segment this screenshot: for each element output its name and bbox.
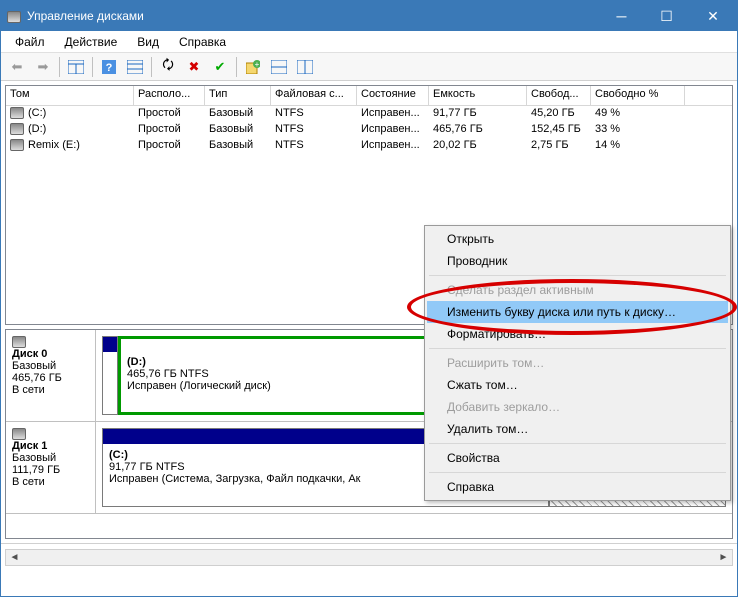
- col-fs[interactable]: Файловая с...: [271, 86, 357, 105]
- menu-file[interactable]: Файл: [7, 33, 53, 51]
- ctx-make-active: Сделать раздел активным: [427, 279, 728, 301]
- horizontal-scrollbar[interactable]: ◄ ►: [5, 549, 733, 566]
- volume-row[interactable]: Remix (E:) Простой Базовый NTFS Исправен…: [6, 138, 732, 154]
- window-title: Управление дисками: [27, 9, 599, 23]
- volume-icon: [10, 139, 24, 151]
- volume-icon: [10, 107, 24, 119]
- action1-icon[interactable]: +: [241, 56, 265, 78]
- minimize-button[interactable]: ─: [599, 1, 644, 31]
- scroll-right-icon[interactable]: ►: [715, 550, 732, 565]
- col-free[interactable]: Свобод...: [527, 86, 591, 105]
- close-button[interactable]: ✕: [689, 1, 737, 31]
- back-button[interactable]: ⬅: [5, 56, 29, 78]
- toolbar: ⬅ ➡ ? 🗘 ✖ ✔ +: [1, 53, 737, 81]
- disk-icon: [12, 428, 26, 440]
- context-menu: Открыть Проводник Сделать раздел активны…: [424, 225, 731, 501]
- scroll-left-icon[interactable]: ◄: [6, 550, 23, 565]
- forward-button[interactable]: ➡: [31, 56, 55, 78]
- refresh-icon[interactable]: 🗘: [156, 56, 180, 78]
- view-split-icon[interactable]: [64, 56, 88, 78]
- ctx-delete-volume[interactable]: Удалить том…: [427, 418, 728, 440]
- menu-help[interactable]: Справка: [171, 33, 234, 51]
- app-icon: [7, 9, 21, 23]
- ctx-shrink-volume[interactable]: Сжать том…: [427, 374, 728, 396]
- col-capacity[interactable]: Емкость: [429, 86, 527, 105]
- volume-row[interactable]: (C:) Простой Базовый NTFS Исправен... 91…: [6, 106, 732, 122]
- menu-view[interactable]: Вид: [129, 33, 167, 51]
- maximize-button[interactable]: ☐: [644, 1, 689, 31]
- col-volume[interactable]: Том: [6, 86, 134, 105]
- ctx-format[interactable]: Форматировать…: [427, 323, 728, 345]
- ctx-add-mirror: Добавить зеркало…: [427, 396, 728, 418]
- disk-management-window: Управление дисками ─ ☐ ✕ Файл Действие В…: [0, 0, 738, 597]
- disk-1-label: Диск 1 Базовый 111,79 ГБ В сети: [6, 422, 96, 513]
- col-type[interactable]: Тип: [205, 86, 271, 105]
- action2-icon[interactable]: [267, 56, 291, 78]
- volume-icon: [10, 123, 24, 135]
- col-layout[interactable]: Располо...: [134, 86, 205, 105]
- ctx-help[interactable]: Справка: [427, 476, 728, 498]
- table-header: Том Располо... Тип Файловая с... Состоян…: [6, 86, 732, 106]
- volume-row[interactable]: (D:) Простой Базовый NTFS Исправен... 46…: [6, 122, 732, 138]
- action3-icon[interactable]: [293, 56, 317, 78]
- svg-text:?: ?: [106, 62, 113, 74]
- ctx-extend-volume: Расширить том…: [427, 352, 728, 374]
- menu-action[interactable]: Действие: [57, 33, 126, 51]
- svg-text:+: +: [255, 60, 260, 69]
- view-list-icon[interactable]: [123, 56, 147, 78]
- titlebar[interactable]: Управление дисками ─ ☐ ✕: [1, 1, 737, 31]
- ctx-change-drive-letter[interactable]: Изменить букву диска или путь к диску…: [427, 301, 728, 323]
- col-status[interactable]: Состояние: [357, 86, 429, 105]
- ctx-explorer[interactable]: Проводник: [427, 250, 728, 272]
- disk-0-label: Диск 0 Базовый 465,76 ГБ В сети: [6, 330, 96, 421]
- disk-icon: [12, 336, 26, 348]
- ctx-properties[interactable]: Свойства: [427, 447, 728, 469]
- delete-icon[interactable]: ✖: [182, 56, 206, 78]
- help-icon[interactable]: ?: [97, 56, 121, 78]
- menubar: Файл Действие Вид Справка: [1, 31, 737, 53]
- properties-icon[interactable]: ✔: [208, 56, 232, 78]
- col-free-pct[interactable]: Свободно %: [591, 86, 685, 105]
- disk0-extended-container: [102, 336, 118, 415]
- ctx-open[interactable]: Открыть: [427, 228, 728, 250]
